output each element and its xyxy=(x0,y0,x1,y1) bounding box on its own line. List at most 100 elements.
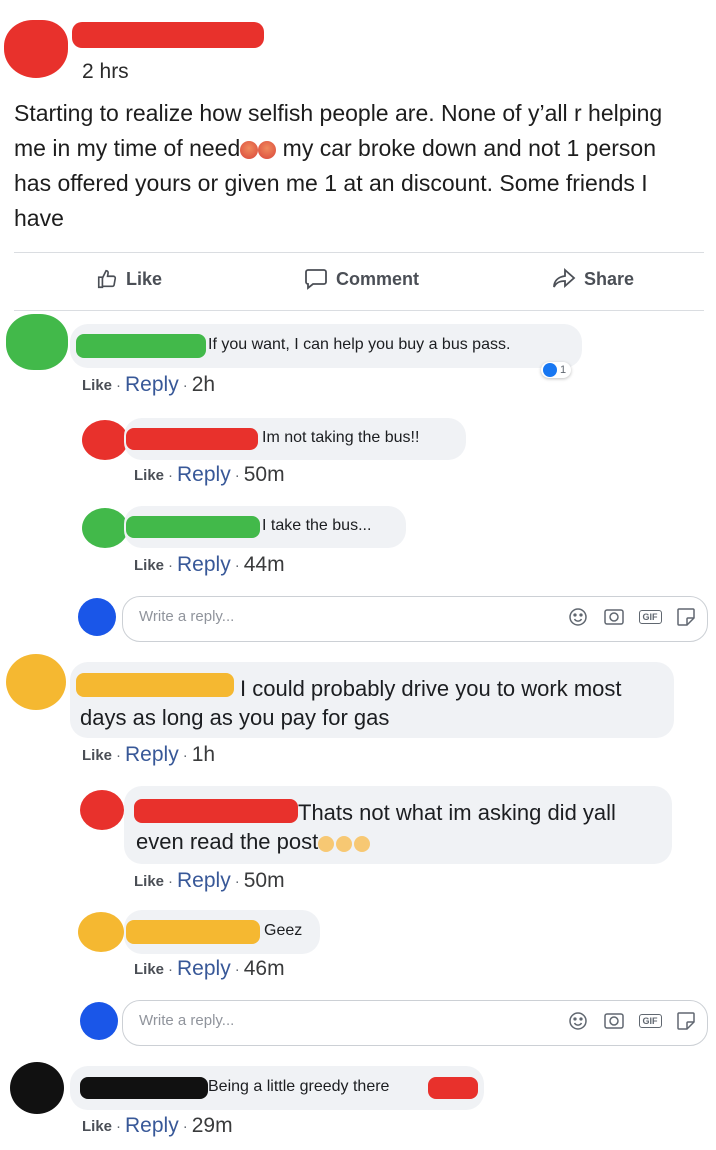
reply-input[interactable] xyxy=(137,1011,521,1030)
smiley-icon[interactable] xyxy=(567,606,589,628)
gif-icon[interactable]: GIF xyxy=(638,606,662,628)
sticker-icon[interactable] xyxy=(675,606,697,628)
redacted-mark xyxy=(428,1077,478,1099)
comment-like-link[interactable]: Like xyxy=(134,873,164,890)
commenter-avatar-redacted[interactable] xyxy=(82,420,128,460)
comment-bubble: If you want, I can help you buy a bus pa… xyxy=(70,324,582,368)
angry-emoji-icon xyxy=(354,836,371,852)
comment-reply-link[interactable]: Reply xyxy=(177,463,231,487)
comment-label: Comment xyxy=(336,268,420,289)
comment-like-link[interactable]: Like xyxy=(82,747,112,764)
meta-separator: · xyxy=(182,746,188,764)
comment-bubble: I could probably drive you to work most … xyxy=(70,662,674,738)
poster-avatar-redacted xyxy=(4,20,68,78)
comment-reply-link[interactable]: Reply xyxy=(177,553,231,577)
meta-separator: · xyxy=(116,746,122,764)
comment-like-link[interactable]: Like xyxy=(82,1118,112,1135)
like-reaction-icon xyxy=(543,363,557,377)
commenter-avatar-redacted[interactable] xyxy=(78,912,124,952)
comment-reply-link[interactable]: Reply xyxy=(125,743,179,767)
commenter-avatar-redacted[interactable] xyxy=(80,790,124,830)
comment-time[interactable]: 44m xyxy=(244,553,285,577)
like-button[interactable]: Like xyxy=(96,268,162,290)
like-icon xyxy=(97,269,117,289)
reaction-count-value: 1 xyxy=(560,364,567,376)
user-avatar-redacted xyxy=(78,598,116,636)
comment-time[interactable]: 50m xyxy=(244,463,285,487)
like-label: Like xyxy=(126,268,163,289)
comment-time[interactable]: 2h xyxy=(192,373,215,397)
angry-emoji-icon xyxy=(240,141,259,159)
angry-emoji-icon xyxy=(336,836,353,852)
comment-bubble: I take the bus... xyxy=(124,506,406,548)
meta-separator: · xyxy=(234,960,240,978)
reply-input-icons: GIF xyxy=(567,606,697,628)
angry-emoji-icon xyxy=(258,141,277,159)
commenter-name-redacted[interactable] xyxy=(80,1077,208,1099)
comment-like-link[interactable]: Like xyxy=(134,557,164,574)
commenter-avatar-redacted[interactable] xyxy=(6,314,68,370)
comment-bubble: Im not taking the bus!! xyxy=(124,418,466,460)
gif-icon[interactable]: GIF xyxy=(638,1010,662,1032)
comment-text: I take the bus... xyxy=(262,517,372,534)
poster-name-redacted xyxy=(72,22,264,48)
comment-meta: Like · Reply · 46m xyxy=(134,957,285,981)
comment-text: I could probably drive you to work most … xyxy=(80,676,622,730)
share-button[interactable]: Share xyxy=(552,268,634,290)
meta-separator: · xyxy=(168,466,174,484)
meta-separator: · xyxy=(116,1117,122,1135)
sticker-icon[interactable] xyxy=(675,1010,697,1032)
user-avatar-redacted xyxy=(80,1002,118,1040)
comment-text: Being a little greedy there xyxy=(208,1078,390,1095)
comment-meta: Like · Reply · 29m xyxy=(82,1114,233,1138)
divider xyxy=(14,310,704,311)
smiley-icon[interactable] xyxy=(567,1010,589,1032)
commenter-name-redacted[interactable] xyxy=(76,334,206,358)
meta-separator: · xyxy=(168,960,174,978)
commenter-name-redacted[interactable] xyxy=(126,428,258,450)
comment-reply-link[interactable]: Reply xyxy=(125,1114,179,1138)
meta-separator: · xyxy=(182,376,188,394)
comment-reply-link[interactable]: Reply xyxy=(177,869,231,893)
comment-like-link[interactable]: Like xyxy=(134,467,164,484)
angry-emoji-icon xyxy=(318,836,335,852)
commenter-avatar-redacted[interactable] xyxy=(82,508,128,548)
meta-separator: · xyxy=(234,556,240,574)
comment-bubble: Geez xyxy=(124,910,320,954)
comment-like-link[interactable]: Like xyxy=(82,377,112,394)
reply-input-icons: GIF xyxy=(567,1010,697,1032)
commenter-avatar-redacted[interactable] xyxy=(10,1062,64,1114)
comment-reply-link[interactable]: Reply xyxy=(177,957,231,981)
reply-input[interactable] xyxy=(137,607,521,626)
commenter-name-redacted[interactable] xyxy=(126,516,260,538)
comment-time[interactable]: 50m xyxy=(244,869,285,893)
camera-icon[interactable] xyxy=(603,1010,625,1032)
share-icon xyxy=(553,268,576,289)
meta-separator: · xyxy=(168,556,174,574)
camera-icon[interactable] xyxy=(603,606,625,628)
comment-time[interactable]: 29m xyxy=(192,1114,233,1138)
comment-time[interactable]: 1h xyxy=(192,743,215,767)
comment-like-link[interactable]: Like xyxy=(134,961,164,978)
meta-separator: · xyxy=(116,376,122,394)
commenter-avatar-redacted[interactable] xyxy=(6,654,66,710)
gif-label: GIF xyxy=(638,1014,662,1028)
comment-meta: Like · Reply · 2h xyxy=(82,373,215,397)
meta-separator: · xyxy=(234,466,240,484)
comment-meta: Like · Reply · 50m xyxy=(134,869,285,893)
meta-separator: · xyxy=(182,1117,188,1135)
comment-bubble: Thats not what im asking did yall even r… xyxy=(124,786,672,864)
comment-bubble: Being a little greedy there xyxy=(70,1066,484,1110)
comment-reply-link[interactable]: Reply xyxy=(125,373,179,397)
comment-text: Im not taking the bus!! xyxy=(262,429,420,446)
post-timestamp[interactable]: 2 hrs xyxy=(82,60,129,84)
meta-separator: · xyxy=(234,872,240,890)
comment-button[interactable]: Comment xyxy=(304,268,419,290)
divider xyxy=(14,252,704,253)
reaction-count[interactable]: 1 xyxy=(541,362,572,378)
commenter-name-redacted[interactable] xyxy=(126,920,260,944)
meta-separator: · xyxy=(168,872,174,890)
reply-input-box: GIF xyxy=(122,1000,708,1046)
comment-time[interactable]: 46m xyxy=(244,957,285,981)
reply-input-box: GIF xyxy=(122,596,708,642)
